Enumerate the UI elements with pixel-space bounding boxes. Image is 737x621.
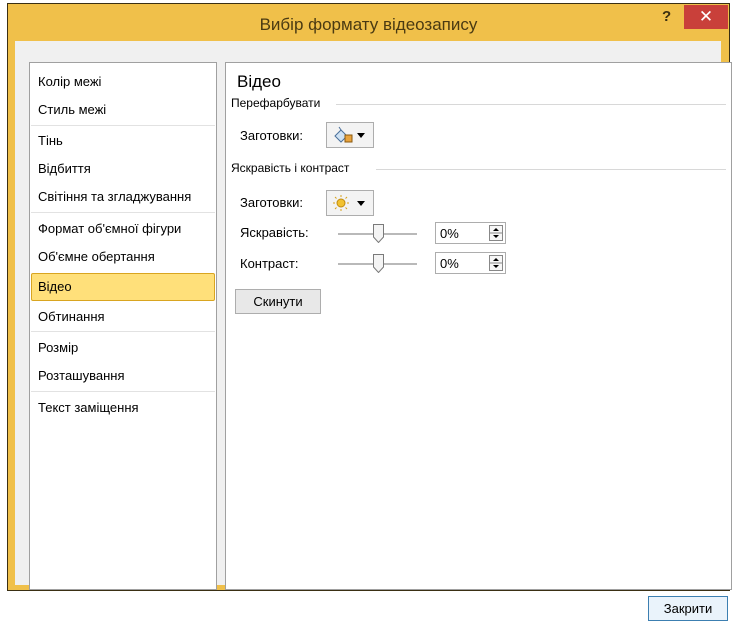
recolor-presets-dropdown[interactable]	[326, 122, 374, 148]
dialog-client: Колір межі Стиль межі Тінь Відбиття Світ…	[15, 41, 732, 621]
dialog-window: Вибір формату відеозапису ? ✕ Колір межі…	[7, 3, 732, 621]
contrast-spinbox[interactable]: 0%	[435, 252, 506, 274]
brightness-spin-buttons[interactable]	[489, 225, 503, 241]
nav-item-line-color[interactable]: Колір межі	[31, 68, 215, 96]
nav-item-alt-text[interactable]: Текст заміщення	[31, 394, 215, 422]
title-bar: Вибір формату відеозапису ? ✕	[8, 4, 729, 41]
close-button[interactable]: Закрити	[648, 596, 728, 621]
close-window-button[interactable]: ✕	[684, 5, 728, 29]
sun-icon	[333, 195, 365, 211]
nav-item-reflection[interactable]: Відбиття	[31, 155, 215, 183]
brightness-presets-label: Заготовки:	[240, 195, 303, 210]
nav-item-crop[interactable]: Обтинання	[31, 303, 215, 331]
brightness-slider-thumb[interactable]	[372, 224, 384, 243]
nav-item-position[interactable]: Розташування	[31, 362, 215, 390]
panel-title: Відео	[237, 72, 281, 91]
nav-item-shadow[interactable]: Тінь	[31, 127, 215, 155]
brightness-spinbox[interactable]: 0%	[435, 222, 506, 244]
brightness-label: Яскравість:	[240, 225, 309, 240]
section-divider	[336, 104, 726, 105]
spin-arrows-icon	[490, 258, 502, 268]
dialog-title: Вибір формату відеозапису	[259, 15, 478, 34]
help-button[interactable]: ?	[662, 8, 671, 25]
chevron-down-icon	[357, 133, 365, 138]
brightness-contrast-section-label: Яскравість і контраст	[231, 161, 350, 175]
nav-separator	[31, 125, 215, 126]
recolor-section-label: Перефарбувати	[231, 96, 321, 110]
category-list: Колір межі Стиль межі Тінь Відбиття Світ…	[29, 62, 217, 590]
nav-item-3d-rotation[interactable]: Об'ємне обертання	[31, 243, 215, 271]
reset-button[interactable]: Скинути	[235, 289, 321, 314]
contrast-value: 0%	[440, 256, 459, 271]
nav-separator	[31, 212, 215, 213]
nav-item-size[interactable]: Розмір	[31, 334, 215, 362]
nav-item-3d-format[interactable]: Формат об'ємної фігури	[31, 215, 215, 243]
contrast-slider-thumb[interactable]	[372, 254, 384, 273]
nav-item-glow-soft-edges[interactable]: Світіння та згладжування	[31, 183, 215, 211]
brightness-value: 0%	[440, 226, 459, 241]
spin-arrows-icon	[490, 228, 502, 238]
video-panel: Відео Перефарбувати Заготовки: Яскравіст…	[225, 62, 732, 590]
contrast-label: Контраст:	[240, 256, 299, 271]
nav-separator	[31, 331, 215, 332]
paint-bucket-icon	[334, 126, 365, 143]
nav-item-video[interactable]: Відео	[31, 273, 215, 301]
brightness-presets-dropdown[interactable]	[326, 190, 374, 216]
section-divider	[376, 169, 726, 170]
recolor-presets-label: Заготовки:	[240, 128, 303, 143]
nav-separator	[31, 391, 215, 392]
nav-item-line-style[interactable]: Стиль межі	[31, 96, 215, 124]
contrast-spin-buttons[interactable]	[489, 255, 503, 271]
chevron-down-icon	[357, 201, 365, 206]
